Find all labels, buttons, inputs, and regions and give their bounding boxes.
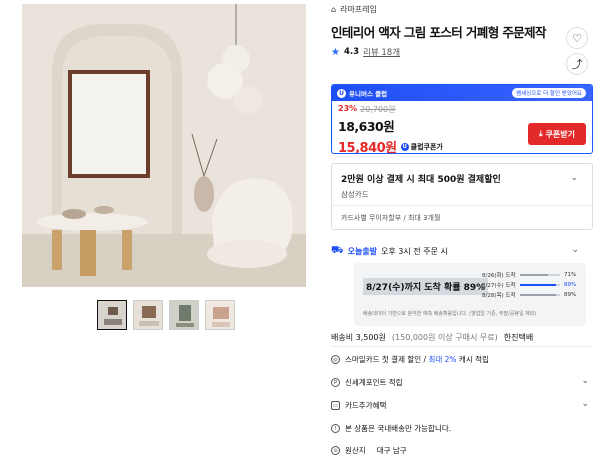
product-title: 인테리어 액자 그림 포스터 거폐형 주문제작 [331, 25, 547, 40]
cutoff-text: 오후 3시 전 주문 시 [381, 247, 448, 256]
probability-bar [520, 284, 560, 286]
today-ship-badge: 오늘출발 [347, 247, 378, 256]
club-banner-badge[interactable]: 쌤세싱으로 더 할인 받았어요 [512, 88, 586, 98]
thumbnail-4[interactable] [205, 300, 235, 330]
card-discount-box: 2만원 이상 결제 시 최대 500원 결제할인 삼성카드 ⌄ 카드사별 무이자… [331, 163, 593, 230]
original-price: 20,700원 [360, 105, 396, 114]
probability-row: 8/26(화) 도착 71% [482, 270, 578, 280]
probability-row: 8/28(목) 도착 89% [482, 290, 578, 300]
origin-label: 원산지 [345, 446, 366, 455]
benefit-text: 스마일카드 첫 결제 할인 / 최대 2% 캐시 적립 [345, 355, 489, 364]
universe-club-icon: U [337, 88, 346, 98]
benefit-text: 카드추가혜택 [345, 401, 387, 410]
benefit-smilecard[interactable]: ◎ 스마일카드 첫 결제 할인 / 최대 2% 캐시 적립 [331, 354, 593, 365]
divider [331, 346, 593, 347]
origin-row: ⊙ 원산지 대구 남구 [331, 445, 593, 456]
club-banner: U 유니버스 클럽 쌤세싱으로 더 할인 받았어요 [332, 85, 592, 101]
benefit-text: 본 상품은 국내배송만 가능합니다. [345, 424, 452, 433]
share-icon: ⤴ [571, 58, 583, 71]
carrier: 한진택배 [503, 333, 534, 342]
origin-value: 대구 남구 [376, 446, 407, 455]
card-icon: ◎ [331, 355, 340, 364]
benefit-card-extra[interactable]: ▭ 카드추가혜택 ⌄ [331, 399, 593, 411]
benefit-domestic-only: ! 본 상품은 국내배송만 가능합니다. [331, 423, 593, 434]
probability-bar [520, 274, 560, 276]
seller-link[interactable]: ⌂ 라마프레임 [331, 4, 377, 15]
seller-name: 라마프레임 [340, 5, 377, 14]
coupon-button-label: 쿠폰받기 [545, 129, 575, 139]
probability-percent: 71% [564, 272, 577, 278]
card-name: 삼성카드 [341, 190, 369, 199]
shipping-fee: 배송비 3,500원 [331, 333, 386, 342]
info-icon: ! [331, 424, 340, 433]
probability-date: 8/26(화) 도착 [482, 273, 516, 279]
thumbnail-3[interactable] [169, 300, 199, 330]
arrival-estimate-box: 8/27(수)까지 도착 확률 89% 8/26(화) 도착 71% 8/27(… [354, 263, 586, 326]
probability-percent: 89% [564, 292, 577, 298]
product-main-image[interactable] [22, 4, 306, 287]
arrival-note: 배송데이터 기반으로 분석한 예측 배송확률입니다. (영업일 기준, 주말/공… [363, 311, 537, 317]
rating: ★ 4.3 리뷰 18개 [331, 46, 400, 59]
arrival-probability-list: 8/26(화) 도착 71% 8/27(수) 도착 89% 8/28(목) 도착… [482, 270, 578, 300]
location-icon: ⊙ [331, 446, 340, 455]
thumbnail-list [97, 300, 235, 330]
thumbnail-2[interactable] [133, 300, 163, 330]
chevron-down-icon[interactable]: ⌄ [571, 245, 579, 255]
probability-percent: 89% [564, 282, 577, 288]
home-icon: ⌂ [331, 5, 337, 14]
chevron-down-icon[interactable]: ⌄ [570, 173, 578, 183]
point-icon: P [331, 378, 340, 387]
probability-bar [520, 294, 560, 296]
probability-row: 8/27(수) 도착 89% [482, 280, 578, 290]
universe-club-icon: U [400, 142, 409, 151]
benefit-text: 신세계포인트 적립 [345, 378, 403, 387]
benefit-point[interactable]: P 신세계포인트 적립 ⌄ [331, 376, 593, 388]
chevron-down-icon[interactable]: ⌄ [581, 399, 589, 409]
card-discount-title: 2만원 이상 결제 시 최대 500원 결제할인 [341, 175, 501, 185]
review-link[interactable]: 리뷰 18개 [363, 46, 400, 58]
star-icon: ★ [331, 46, 340, 58]
divider [332, 205, 592, 206]
heart-icon: ♡ [572, 31, 582, 45]
price-box: U 유니버스 클럽 쌤세싱으로 더 할인 받았어요 23% 20,700원 18… [331, 84, 593, 154]
wishlist-button[interactable]: ♡ [566, 27, 588, 49]
club-coupon-tag: U 클럽쿠폰가 [400, 142, 443, 152]
chevron-down-icon[interactable]: ⌄ [581, 376, 589, 386]
shipping-fee-row: 배송비 3,500원 (150,000원 이상 구매시 무료) 한진택배 [331, 332, 533, 343]
coupon-button[interactable]: ⤓ 쿠폰받기 [528, 123, 586, 145]
club-banner-label: 유니버스 클럽 [349, 90, 388, 98]
free-shipping-condition: (150,000원 이상 구매시 무료) [391, 333, 498, 342]
truck-icon: ⛟ [331, 245, 344, 256]
card-benefit-icon: ▭ [331, 401, 340, 410]
probability-fill [520, 274, 549, 276]
probability-fill [520, 284, 556, 286]
probability-fill [520, 294, 556, 296]
download-icon: ⤓ [539, 129, 543, 138]
share-button[interactable]: ⤴ [566, 53, 588, 75]
installment-info: 카드사별 무이자할부 / 최대 3개월 [341, 214, 441, 222]
probability-date: 8/28(목) 도착 [482, 293, 516, 299]
rating-score: 4.3 [343, 47, 360, 57]
discount-rate: 23% [338, 104, 358, 113]
probability-date: 8/27(수) 도착 [482, 283, 516, 289]
thumbnail-1[interactable] [97, 300, 127, 330]
delivery-header: ⛟ 오늘출발 오후 3시 전 주문 시 ⌄ [331, 245, 593, 258]
club-coupon-label: 클럽쿠폰가 [410, 142, 443, 151]
club-price: 15,840원 [338, 141, 397, 154]
arrival-estimate: 8/27(수)까지 도착 확률 89% [363, 278, 489, 295]
